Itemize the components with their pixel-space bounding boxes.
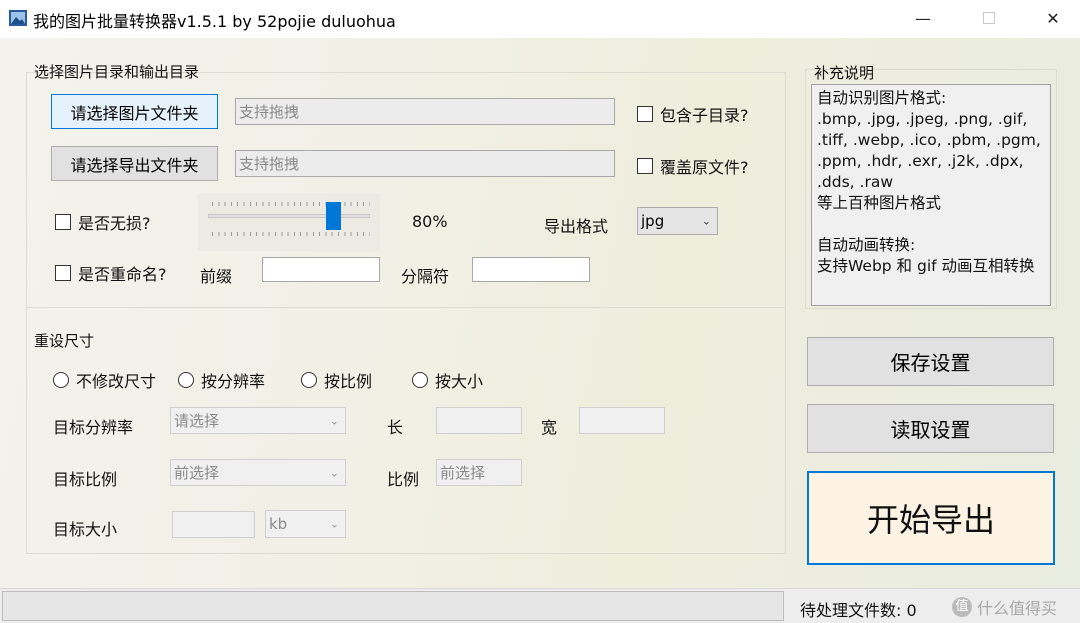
target-resolution-select[interactable]: 请选择 ⌄ xyxy=(170,407,346,434)
export-format-value: jpg xyxy=(641,212,665,230)
target-ratio-label: 目标比例 xyxy=(53,470,118,489)
choose-image-folder-button[interactable]: 请选择图片文件夹 xyxy=(51,94,218,129)
chevron-down-icon: ⌄ xyxy=(701,214,711,228)
notes-text: 自动识别图片格式: .bmp, .jpg, .jpeg, .png, .gif,… xyxy=(811,84,1051,306)
radio-by-resolution[interactable]: 按分辨率 xyxy=(178,368,265,392)
title-bar: 我的图片批量转换器v1.5.1 by 52pojie duluohua — ✕ xyxy=(0,0,1080,38)
include-subdirs-label: 包含子目录? xyxy=(660,106,749,125)
radio-circle xyxy=(53,372,69,388)
main-window: 选择图片目录和输出目录 请选择图片文件夹 支持拖拽 包含子目录? 请选择导出文件… xyxy=(0,38,1080,623)
include-subdirs-checkbox[interactable]: 包含子目录? xyxy=(637,102,749,126)
progress-bar xyxy=(2,591,784,621)
radio-label: 按比例 xyxy=(324,372,373,391)
watermark-icon: 值 xyxy=(952,597,972,617)
maximize-button[interactable] xyxy=(966,0,1012,36)
overwrite-checkbox[interactable]: 覆盖原文件? xyxy=(637,154,749,178)
ratio-input[interactable]: 前选择 xyxy=(436,459,522,486)
export-format-label: 导出格式 xyxy=(544,217,609,236)
radio-by-size[interactable]: 按大小 xyxy=(412,368,483,392)
rename-label: 是否重命名? xyxy=(78,265,167,284)
slider-ticks-top xyxy=(212,202,370,206)
radio-label: 不修改尺寸 xyxy=(76,372,157,391)
quality-slider[interactable] xyxy=(198,193,380,251)
size-unit-value: kb xyxy=(269,515,288,533)
overwrite-label: 覆盖原文件? xyxy=(660,158,749,177)
lossless-label: 是否无损? xyxy=(78,214,151,233)
lossless-checkbox[interactable]: 是否无损? xyxy=(55,210,151,234)
prefix-label: 前缀 xyxy=(200,267,233,286)
radio-circle xyxy=(301,372,317,388)
notes-group-title: 补充说明 xyxy=(814,64,875,82)
export-folder-input[interactable]: 支持拖拽 xyxy=(235,150,615,177)
target-size-input[interactable] xyxy=(172,511,255,538)
checkbox-box xyxy=(637,158,653,174)
export-format-select[interactable]: jpg ⌄ xyxy=(637,207,718,235)
length-label: 长 xyxy=(387,418,404,437)
radio-circle xyxy=(412,372,428,388)
chevron-down-icon: ⌄ xyxy=(329,517,339,531)
prefix-input[interactable] xyxy=(262,257,380,282)
app-icon xyxy=(9,10,27,26)
resize-group-title: 重设尺寸 xyxy=(34,332,95,350)
width-label: 宽 xyxy=(541,418,558,437)
target-resolution-label: 目标分辨率 xyxy=(53,418,134,437)
checkbox-box xyxy=(55,214,71,230)
target-ratio-select[interactable]: 前选择 ⌄ xyxy=(170,459,346,486)
slider-ticks-bottom xyxy=(212,232,370,236)
radio-label: 按分辨率 xyxy=(201,372,266,391)
radio-by-ratio[interactable]: 按比例 xyxy=(301,368,372,392)
slider-thumb[interactable] xyxy=(326,202,341,230)
ratio-label: 比例 xyxy=(387,470,420,489)
quality-value: 80% xyxy=(412,212,448,231)
separator-label: 分隔符 xyxy=(401,267,450,286)
window-title: 我的图片批量转换器v1.5.1 by 52pojie duluohua xyxy=(33,12,396,31)
minimize-button[interactable]: — xyxy=(900,0,946,36)
pending-files-count: 待处理文件数: 0 xyxy=(800,601,917,620)
size-unit-select[interactable]: kb ⌄ xyxy=(265,510,346,538)
start-export-button[interactable]: 开始导出 xyxy=(807,471,1055,565)
watermark-text: 什么值得买 xyxy=(977,599,1058,618)
separator-input[interactable] xyxy=(472,257,590,282)
chevron-down-icon: ⌄ xyxy=(329,466,339,479)
target-size-label: 目标大小 xyxy=(53,520,118,539)
target-ratio-placeholder: 前选择 xyxy=(174,464,220,482)
resize-group xyxy=(26,307,786,554)
maximize-icon xyxy=(983,12,995,24)
load-settings-button[interactable]: 读取设置 xyxy=(807,404,1054,453)
dir-group-title: 选择图片目录和输出目录 xyxy=(34,63,200,81)
save-settings-button[interactable]: 保存设置 xyxy=(807,337,1054,386)
watermark: 值 什么值得买 xyxy=(952,595,1057,619)
rename-checkbox[interactable]: 是否重命名? xyxy=(55,261,167,285)
checkbox-box xyxy=(637,106,653,122)
checkbox-box xyxy=(55,265,71,281)
image-folder-input[interactable]: 支持拖拽 xyxy=(235,98,615,125)
slider-track xyxy=(208,214,370,218)
close-button[interactable]: ✕ xyxy=(1030,0,1076,36)
chevron-down-icon: ⌄ xyxy=(329,414,339,427)
length-input[interactable] xyxy=(436,407,522,434)
target-resolution-placeholder: 请选择 xyxy=(174,412,220,430)
status-bar: 待处理文件数: 0 值 什么值得买 xyxy=(0,588,1080,623)
width-input[interactable] xyxy=(579,407,665,434)
choose-export-folder-button[interactable]: 请选择导出文件夹 xyxy=(51,146,218,181)
radio-label: 按大小 xyxy=(435,372,484,391)
radio-no-resize[interactable]: 不修改尺寸 xyxy=(53,368,156,392)
radio-circle xyxy=(178,372,194,388)
